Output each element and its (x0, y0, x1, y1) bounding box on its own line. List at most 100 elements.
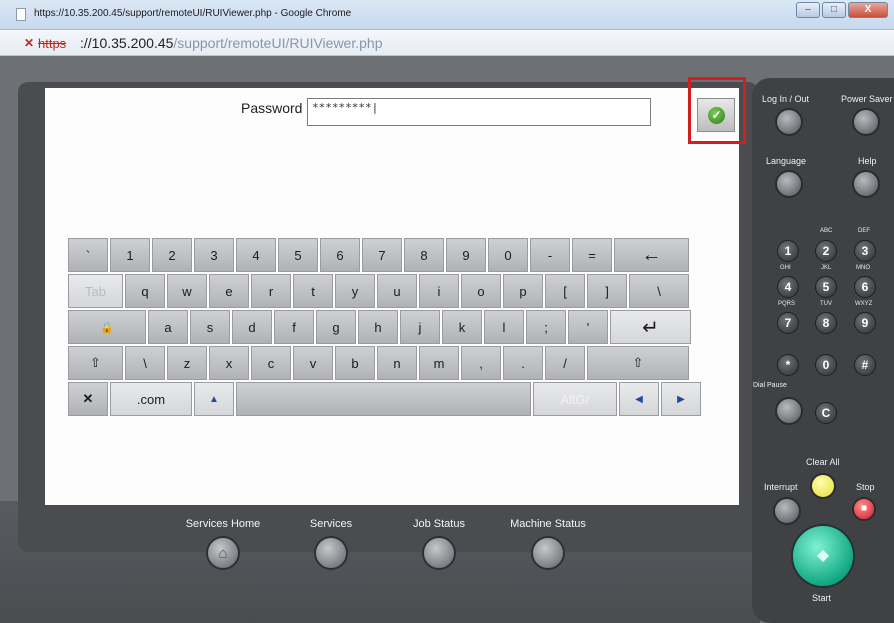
key-q[interactable]: q (125, 274, 165, 308)
key-v[interactable]: v (293, 346, 333, 380)
key-e[interactable]: e (209, 274, 249, 308)
services-button[interactable] (314, 536, 348, 570)
confirm-button[interactable]: ✓ (697, 98, 735, 132)
key-p[interactable]: p (503, 274, 543, 308)
key-backslash[interactable]: \ (629, 274, 689, 308)
log-in-out-button[interactable] (775, 108, 803, 136)
key-open-bracket[interactable]: [ (545, 274, 585, 308)
altgr-key[interactable]: AltGr (533, 382, 617, 416)
close-button[interactable]: X (848, 2, 888, 18)
key-1[interactable]: 1 (110, 238, 150, 272)
keypad-1[interactable]: 1 (777, 240, 799, 262)
keypad-2[interactable]: 2 (815, 240, 837, 262)
keypad-4[interactable]: 4 (777, 276, 799, 298)
maximize-button[interactable]: □ (822, 2, 846, 18)
key-j[interactable]: j (400, 310, 440, 344)
key-c[interactable]: c (251, 346, 291, 380)
power-saver-button[interactable] (852, 108, 880, 136)
address-bar[interactable]: ✕ https ://10.35.200.45/support/remoteUI… (0, 30, 894, 56)
key-n[interactable]: n (377, 346, 417, 380)
language-button[interactable] (775, 170, 803, 198)
key-8[interactable]: 8 (404, 238, 444, 272)
space-bar[interactable] (236, 382, 531, 416)
cancel-key[interactable]: ✕ (68, 382, 108, 416)
key-comma[interactable]: , (461, 346, 501, 380)
key-7[interactable]: 7 (362, 238, 402, 272)
key-z[interactable]: z (167, 346, 207, 380)
keypad-sub-6: MNO (856, 265, 870, 271)
keypad-hash[interactable]: # (854, 354, 876, 376)
enter-key[interactable]: ↵ (610, 310, 691, 344)
key-quote[interactable]: ' (568, 310, 608, 344)
interrupt-label: Interrupt (764, 482, 798, 492)
services-home-button[interactable]: ⌂ (206, 536, 240, 570)
key-d[interactable]: d (232, 310, 272, 344)
key-m[interactable]: m (419, 346, 459, 380)
start-button[interactable]: ◆ (791, 524, 855, 588)
key-close-bracket[interactable]: ] (587, 274, 627, 308)
key-o[interactable]: o (461, 274, 501, 308)
keypad-8[interactable]: 8 (815, 312, 837, 334)
key-equals[interactable]: = (572, 238, 612, 272)
keypad-6[interactable]: 6 (854, 276, 876, 298)
page-icon (16, 8, 26, 21)
interrupt-button[interactable] (773, 497, 801, 525)
window-title: https://10.35.200.45/support/remoteUI/RU… (34, 8, 352, 19)
key-backtick[interactable]: ` (68, 238, 108, 272)
log-in-out-label: Log In / Out (762, 94, 810, 104)
keypad-7[interactable]: 7 (777, 312, 799, 334)
keypad-5[interactable]: 5 (815, 276, 837, 298)
key-5[interactable]: 5 (278, 238, 318, 272)
touch-screen: Password *********| ✓ ` 1 2 3 4 5 6 7 8 … (45, 77, 746, 505)
key-semicolon[interactable]: ; (526, 310, 566, 344)
key-r[interactable]: r (251, 274, 291, 308)
keypad-9[interactable]: 9 (854, 312, 876, 334)
key-t[interactable]: t (293, 274, 333, 308)
key-i[interactable]: i (419, 274, 459, 308)
key-h[interactable]: h (358, 310, 398, 344)
c-button[interactable]: C (815, 402, 837, 424)
key-backslash-2[interactable]: \ (125, 346, 165, 380)
minimize-button[interactable]: – (796, 2, 820, 18)
key-9[interactable]: 9 (446, 238, 486, 272)
key-minus[interactable]: - (530, 238, 570, 272)
job-status-button[interactable] (422, 536, 456, 570)
key-2[interactable]: 2 (152, 238, 192, 272)
key-s[interactable]: s (190, 310, 230, 344)
machine-status-button[interactable] (531, 536, 565, 570)
key-3[interactable]: 3 (194, 238, 234, 272)
password-field[interactable]: *********| (307, 98, 651, 126)
keypad-3[interactable]: 3 (854, 240, 876, 262)
key-x[interactable]: x (209, 346, 249, 380)
key-slash[interactable]: / (545, 346, 585, 380)
key-4[interactable]: 4 (236, 238, 276, 272)
key-u[interactable]: u (377, 274, 417, 308)
clear-all-button[interactable] (810, 473, 836, 499)
tab-key[interactable]: Tab (68, 274, 123, 308)
key-k[interactable]: k (442, 310, 482, 344)
dot-com-key[interactable]: .com (110, 382, 192, 416)
left-shift-key[interactable]: ⇧ (68, 346, 123, 380)
help-button[interactable] (852, 170, 880, 198)
keypad-0[interactable]: 0 (815, 354, 837, 376)
left-arrow-key[interactable]: ◀ (619, 382, 659, 416)
right-arrow-key[interactable]: ▶ (661, 382, 701, 416)
key-g[interactable]: g (316, 310, 356, 344)
key-l[interactable]: l (484, 310, 524, 344)
backspace-key[interactable]: ← (614, 238, 689, 272)
key-period[interactable]: . (503, 346, 543, 380)
key-y[interactable]: y (335, 274, 375, 308)
key-b[interactable]: b (335, 346, 375, 380)
key-w[interactable]: w (167, 274, 207, 308)
key-6[interactable]: 6 (320, 238, 360, 272)
up-arrow-key[interactable]: ▲ (194, 382, 234, 416)
caps-lock-key[interactable]: 🔒 (68, 310, 146, 344)
key-0[interactable]: 0 (488, 238, 528, 272)
dial-pause-button[interactable] (775, 397, 803, 425)
key-f[interactable]: f (274, 310, 314, 344)
key-a[interactable]: a (148, 310, 188, 344)
services-label: Services (309, 518, 353, 530)
right-shift-key[interactable]: ⇧ (587, 346, 689, 380)
stop-button[interactable]: ■ (852, 497, 876, 521)
keypad-star[interactable]: * (777, 354, 799, 376)
